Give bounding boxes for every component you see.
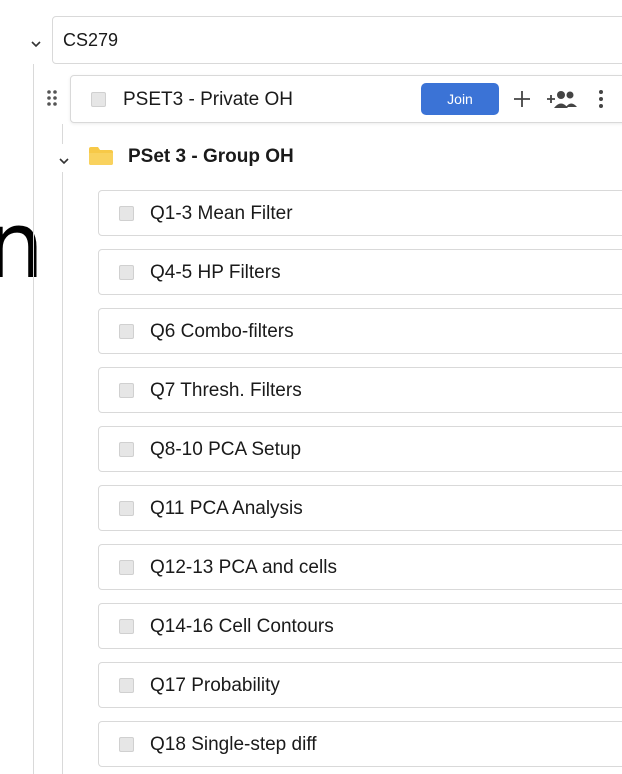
course-name[interactable]: CS279 — [52, 16, 622, 64]
chevron-down-icon[interactable] — [58, 155, 70, 167]
checkbox[interactable] — [119, 383, 134, 398]
group-title[interactable]: PSet 3 - Group OH — [128, 142, 294, 172]
chevron-down-icon[interactable] — [30, 38, 42, 50]
course-row[interactable]: CS279 — [22, 16, 622, 64]
join-button[interactable]: Join — [421, 83, 499, 115]
question-label: Q11 PCA Analysis — [150, 498, 303, 519]
question-label: Q6 Combo-filters — [150, 321, 294, 342]
oh-queue-tree: n CS279 PSET3 - Private OH Join PSet 3 -… — [0, 0, 622, 774]
checkbox[interactable] — [119, 442, 134, 457]
plus-icon[interactable] — [509, 86, 535, 112]
checkbox[interactable] — [119, 560, 134, 575]
private-oh-card[interactable]: PSET3 - Private OH Join — [70, 75, 622, 123]
question-item[interactable]: Q7 Thresh. Filters — [98, 367, 622, 413]
question-item[interactable]: Q11 PCA Analysis — [98, 485, 622, 531]
checkbox[interactable] — [119, 619, 134, 634]
question-item[interactable]: Q18 Single-step diff — [98, 721, 622, 767]
checkbox[interactable] — [119, 324, 134, 339]
tree-guide-line — [62, 172, 63, 774]
checkbox[interactable] — [119, 206, 134, 221]
question-item[interactable]: Q12-13 PCA and cells — [98, 544, 622, 590]
question-item[interactable]: Q14-16 Cell Contours — [98, 603, 622, 649]
checkbox[interactable] — [119, 737, 134, 752]
question-label: Q1-3 Mean Filter — [150, 203, 293, 224]
question-item[interactable]: Q17 Probability — [98, 662, 622, 708]
question-item[interactable]: Q1-3 Mean Filter — [98, 190, 622, 236]
clipped-glyph: n — [0, 192, 45, 299]
question-label: Q12-13 PCA and cells — [150, 557, 337, 578]
private-oh-title: PSET3 - Private OH — [123, 89, 293, 110]
checkbox[interactable] — [91, 92, 106, 107]
checkbox[interactable] — [119, 501, 134, 516]
question-item[interactable]: Q4-5 HP Filters — [98, 249, 622, 295]
question-label: Q14-16 Cell Contours — [150, 616, 334, 637]
checkbox[interactable] — [119, 678, 134, 693]
question-label: Q17 Probability — [150, 675, 280, 696]
question-label: Q7 Thresh. Filters — [150, 380, 302, 401]
question-label: Q4-5 HP Filters — [150, 262, 281, 283]
question-label: Q8-10 PCA Setup — [150, 439, 302, 460]
checkbox[interactable] — [119, 265, 134, 280]
drag-handle-icon[interactable] — [46, 89, 58, 107]
tree-guide-line — [62, 124, 63, 144]
tree-guide-line — [33, 64, 34, 774]
more-vertical-icon[interactable] — [595, 86, 607, 112]
folder-icon — [88, 146, 114, 166]
question-item[interactable]: Q6 Combo-filters — [98, 308, 622, 354]
add-user-icon[interactable] — [545, 86, 579, 112]
question-label: Q18 Single-step diff — [150, 734, 317, 755]
question-item[interactable]: Q8-10 PCA Setup — [98, 426, 622, 472]
